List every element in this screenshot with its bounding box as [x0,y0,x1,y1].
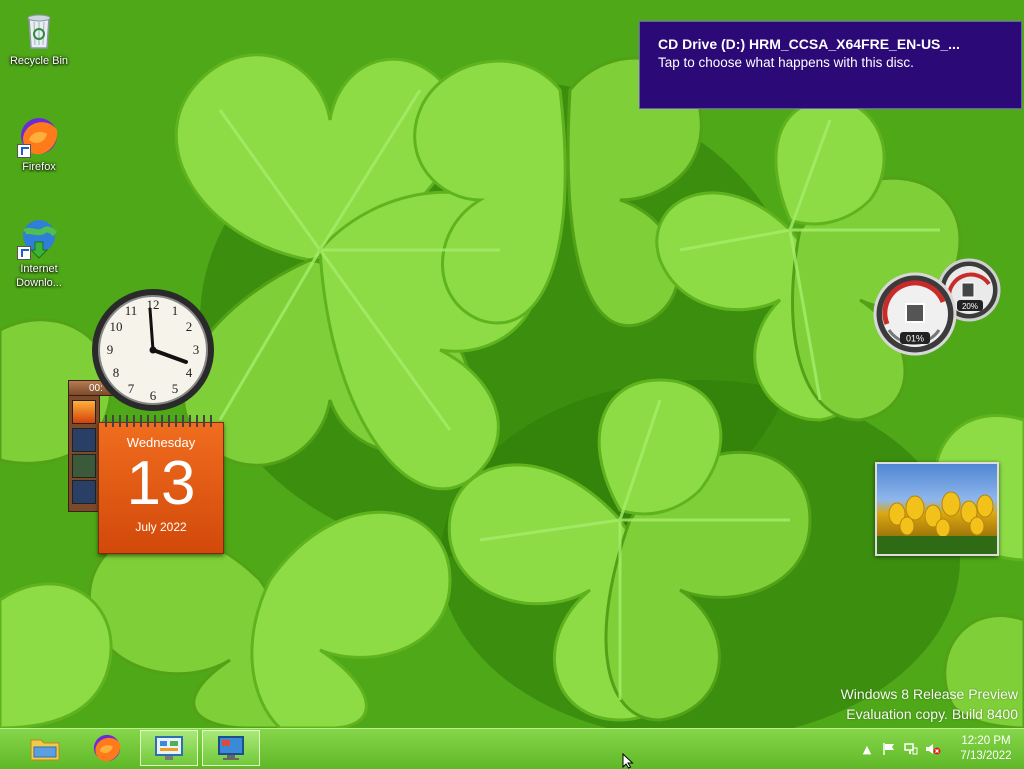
svg-text:10: 10 [110,319,123,334]
calendar-rings [105,415,217,427]
notification-body: Tap to choose what happens with this dis… [658,55,914,70]
svg-text:4: 4 [186,365,193,380]
notification-title: CD Drive (D:) HRM_CCSA_X64FRE_EN-US_... [658,36,960,52]
taskbar-remote-desktop[interactable] [202,730,260,766]
feed-item[interactable] [72,454,96,478]
firefox-icon [93,734,121,762]
svg-text:2: 2 [186,319,193,334]
action-center-flag-icon[interactable] [881,741,897,757]
watermark-line-2: Evaluation copy. Build 8400 [846,706,1018,722]
mouse-cursor-icon [622,753,634,769]
desktop-icon-label: Internet Downlo... [16,263,62,289]
svg-text:8: 8 [113,365,120,380]
clock-gadget[interactable]: 12 12 345 678 9 1011 [90,287,216,413]
calendar-day-name: Wednesday [126,435,196,450]
svg-text:7: 7 [128,381,135,396]
taskbar-file-explorer[interactable] [16,730,74,766]
taskbar-date: 7/13/2022 [960,750,1012,762]
windows-watermark: Windows 8 Release Preview Evaluation cop… [841,684,1018,724]
slideshow-gadget[interactable] [875,462,999,556]
desktop-icon-internet-download-manager[interactable]: Internet Downlo... [2,216,76,290]
control-panel-icon [155,736,183,760]
calendar-day-number: 13 [126,449,196,518]
calendar-gadget[interactable]: Wednesday 13 July 2022 [98,415,224,554]
svg-text:9: 9 [107,342,114,357]
feed-item[interactable] [72,480,96,504]
svg-text:1: 1 [172,303,179,318]
desktop-icon-recycle-bin[interactable]: Recycle Bin [2,8,76,68]
show-hidden-icons-icon[interactable]: ▲ [859,741,875,757]
cpu-meter-gadget[interactable]: 20% 01% [873,258,1001,366]
taskbar-firefox[interactable] [78,730,136,766]
tulips-photo [877,491,997,554]
svg-text:6: 6 [150,388,157,403]
taskbar-time: 12:20 PM [961,735,1011,747]
watermark-line-1: Windows 8 Release Preview [840,686,1018,702]
taskbar: ▲ 12:20 PM 7/13/2022 [0,728,1024,769]
taskbar-clock[interactable]: 12:20 PM 7/13/2022 [948,734,1024,764]
cd-drive-notification[interactable]: CD Drive (D:) HRM_CCSA_X64FRE_EN-US_... … [639,21,1022,109]
globe-download-icon [17,216,61,260]
recycle-bin-icon [17,8,61,52]
svg-text:5: 5 [172,381,179,396]
calendar-month-year: July 2022 [135,520,187,534]
volume-muted-icon[interactable] [925,741,941,757]
firefox-icon [17,114,61,158]
feed-item[interactable] [72,428,96,452]
shortcut-arrow-icon [17,144,31,158]
desktop-icon-label: Firefox [22,161,56,173]
svg-text:12: 12 [147,297,160,312]
desktop-icon-firefox[interactable]: Firefox [2,114,76,174]
monitor-icon [218,736,244,760]
taskbar-control-panel[interactable] [140,730,198,766]
system-tray: ▲ 12:20 PM 7/13/2022 [856,729,1024,769]
desktop-icon-label: Recycle Bin [9,55,69,67]
cpu-readout: 01% [906,334,924,344]
svg-text:3: 3 [193,342,200,357]
network-icon[interactable] [903,741,919,757]
svg-text:11: 11 [125,303,138,318]
memory-readout: 20% [962,302,978,311]
folder-icon [30,739,60,761]
shortcut-arrow-icon [17,246,31,260]
